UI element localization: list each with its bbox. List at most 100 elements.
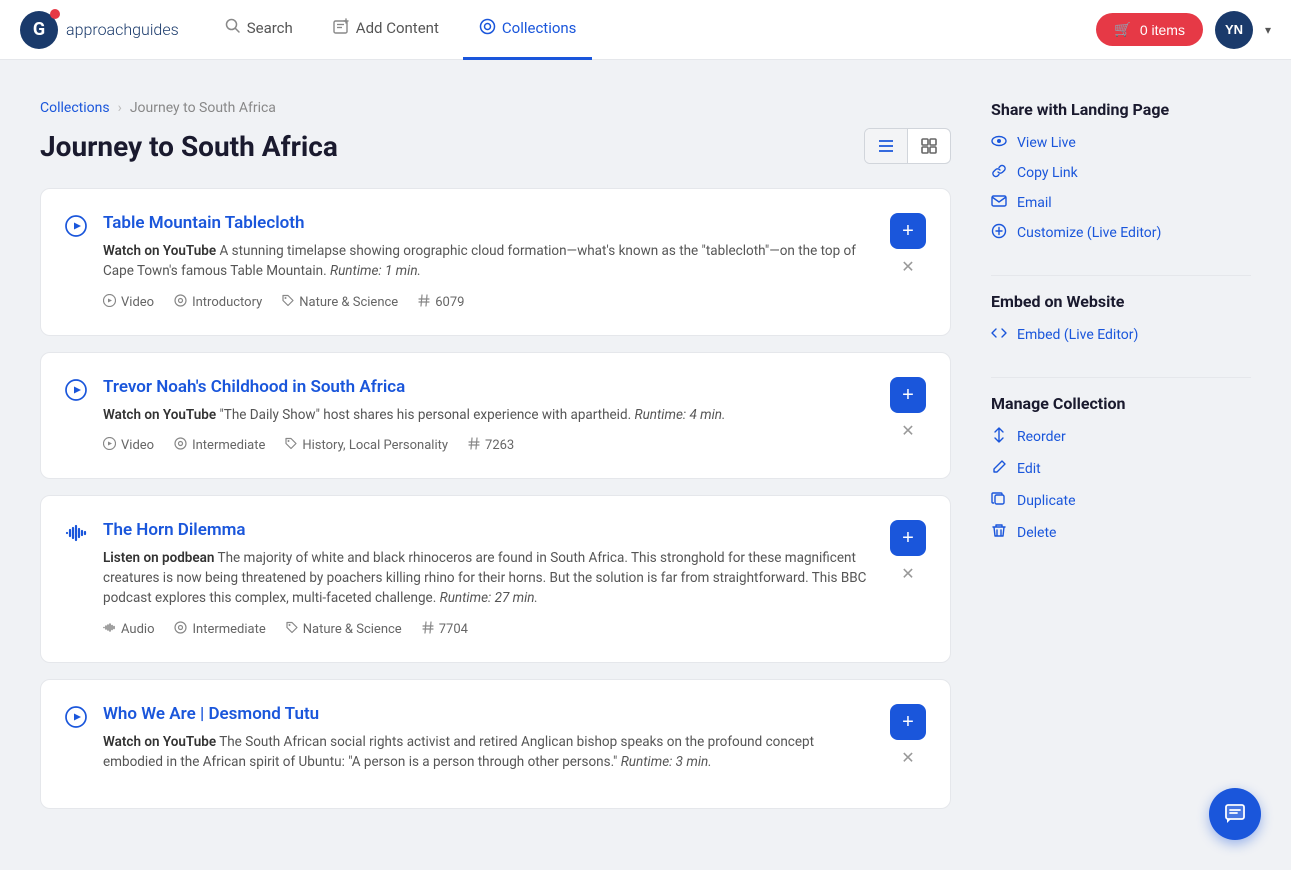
card-media-icon bbox=[65, 522, 87, 550]
remove-button[interactable]: ✕ bbox=[895, 562, 920, 586]
card-tag: Video bbox=[103, 437, 154, 454]
content-card-3: The Horn Dilemma Listen on podbean The m… bbox=[40, 495, 951, 663]
embed-heading: Embed on Website bbox=[991, 292, 1251, 311]
breadcrumb-separator: › bbox=[118, 100, 122, 116]
card-tags: VideoIntroductoryNature & Science6079 bbox=[103, 294, 874, 311]
list-view-button[interactable] bbox=[865, 129, 907, 163]
card-body: Trevor Noah's Childhood in South Africa … bbox=[103, 377, 874, 454]
card-actions: + ✕ bbox=[890, 213, 926, 279]
content-card-4: Who We Are | Desmond Tutu Watch on YouTu… bbox=[40, 679, 951, 810]
page-title: Journey to South Africa bbox=[40, 130, 338, 163]
chat-fab-button[interactable] bbox=[1209, 788, 1261, 840]
tag-icon bbox=[103, 621, 116, 638]
card-title[interactable]: The Horn Dilemma bbox=[103, 520, 874, 540]
avatar-button[interactable]: YN bbox=[1215, 11, 1253, 49]
card-body: Who We Are | Desmond Tutu Watch on YouTu… bbox=[103, 704, 874, 785]
card-media-icon bbox=[65, 706, 87, 734]
reorder-link[interactable]: Reorder bbox=[991, 427, 1251, 447]
add-to-cart-button[interactable]: + bbox=[890, 213, 926, 249]
nav-search[interactable]: Search bbox=[209, 0, 309, 60]
remove-button[interactable]: ✕ bbox=[895, 419, 920, 443]
edit-link[interactable]: Edit bbox=[991, 459, 1251, 479]
main-container: Collections › Journey to South Africa Jo… bbox=[0, 60, 1291, 865]
content-list: Table Mountain Tablecloth Watch on YouTu… bbox=[40, 188, 951, 809]
copy-link-link[interactable]: Copy Link bbox=[991, 163, 1251, 183]
card-tag: 7704 bbox=[422, 621, 468, 638]
nav-add-content-label: Add Content bbox=[356, 19, 439, 37]
duplicate-link[interactable]: Duplicate bbox=[991, 491, 1251, 511]
logo-text: approachguides bbox=[66, 20, 179, 39]
card-tag: Audio bbox=[103, 621, 154, 638]
card-tag: Video bbox=[103, 294, 154, 311]
card-tags: Audio Intermediate Nature & Science 7704 bbox=[103, 621, 874, 638]
add-to-cart-button[interactable]: + bbox=[890, 704, 926, 740]
remove-button[interactable]: ✕ bbox=[895, 746, 920, 770]
view-toggle bbox=[864, 128, 951, 164]
tag-icon bbox=[418, 294, 430, 311]
avatar-chevron-icon[interactable]: ▾ bbox=[1265, 23, 1271, 37]
logo-icon: G bbox=[20, 11, 58, 49]
main-nav: Search Add Content Collections bbox=[209, 0, 1097, 60]
card-media-icon bbox=[65, 379, 87, 407]
email-link[interactable]: Email bbox=[991, 193, 1251, 213]
breadcrumb-current: Journey to South Africa bbox=[130, 100, 276, 116]
card-description: Listen on podbean The majority of white … bbox=[103, 548, 874, 609]
tag-icon bbox=[103, 437, 116, 454]
email-icon bbox=[991, 193, 1007, 213]
card-title[interactable]: Trevor Noah's Childhood in South Africa bbox=[103, 377, 874, 397]
collections-icon bbox=[479, 18, 496, 39]
card-actions: + ✕ bbox=[890, 520, 926, 586]
header: G approachguides Search Add Content Coll… bbox=[0, 0, 1291, 60]
card-tag: Nature & Science bbox=[286, 621, 402, 638]
sidebar: Share with Landing Page View Live Copy L… bbox=[991, 100, 1251, 825]
content-card-1: Table Mountain Tablecloth Watch on YouTu… bbox=[40, 188, 951, 336]
card-tag: Nature & Science bbox=[282, 294, 398, 311]
embed-link[interactable]: Embed (Live Editor) bbox=[991, 325, 1251, 345]
cart-count: 0 items bbox=[1140, 22, 1185, 38]
view-live-link[interactable]: View Live bbox=[991, 133, 1251, 153]
share-section: Share with Landing Page View Live Copy L… bbox=[991, 100, 1251, 243]
card-actions: + ✕ bbox=[890, 704, 926, 770]
add-to-cart-button[interactable]: + bbox=[890, 377, 926, 413]
add-content-icon bbox=[333, 18, 350, 39]
edit-icon bbox=[991, 459, 1007, 479]
tag-icon bbox=[282, 294, 294, 311]
customize-link[interactable]: Customize (Live Editor) bbox=[991, 223, 1251, 243]
header-right: 🛒 0 items YN ▾ bbox=[1096, 11, 1271, 49]
tag-icon bbox=[468, 437, 480, 454]
nav-search-label: Search bbox=[247, 19, 293, 37]
card-tag: History, Local Personality bbox=[285, 437, 448, 454]
breadcrumb: Collections › Journey to South Africa bbox=[40, 100, 951, 116]
search-icon bbox=[225, 18, 241, 38]
card-title[interactable]: Who We Are | Desmond Tutu bbox=[103, 704, 874, 724]
delete-icon bbox=[991, 523, 1007, 543]
remove-button[interactable]: ✕ bbox=[895, 255, 920, 279]
link-icon bbox=[991, 163, 1007, 183]
embed-icon bbox=[991, 325, 1007, 345]
cart-icon: 🛒 bbox=[1114, 21, 1131, 38]
card-tag: Intermediate bbox=[174, 621, 265, 638]
delete-link[interactable]: Delete bbox=[991, 523, 1251, 543]
card-description: Watch on YouTube "The Daily Show" host s… bbox=[103, 405, 874, 425]
add-to-cart-button[interactable]: + bbox=[890, 520, 926, 556]
nav-add-content[interactable]: Add Content bbox=[317, 0, 455, 60]
tag-icon bbox=[286, 621, 298, 638]
card-title[interactable]: Table Mountain Tablecloth bbox=[103, 213, 874, 233]
card-body: The Horn Dilemma Listen on podbean The m… bbox=[103, 520, 874, 638]
grid-view-button[interactable] bbox=[907, 129, 950, 163]
breadcrumb-parent[interactable]: Collections bbox=[40, 100, 110, 116]
tag-icon bbox=[285, 437, 297, 454]
card-actions: + ✕ bbox=[890, 377, 926, 443]
card-description: Watch on YouTube A stunning timelapse sh… bbox=[103, 241, 874, 282]
cart-button[interactable]: 🛒 0 items bbox=[1096, 13, 1203, 46]
embed-section: Embed on Website Embed (Live Editor) bbox=[991, 292, 1251, 345]
tag-icon bbox=[103, 294, 116, 311]
tag-icon bbox=[422, 621, 434, 638]
logo-dot bbox=[50, 9, 60, 19]
sidebar-divider-2 bbox=[991, 377, 1251, 378]
card-tag: Intermediate bbox=[174, 437, 265, 454]
eye-icon bbox=[991, 133, 1007, 153]
nav-collections[interactable]: Collections bbox=[463, 0, 593, 60]
logo[interactable]: G approachguides bbox=[20, 11, 179, 49]
tag-icon bbox=[174, 437, 187, 454]
